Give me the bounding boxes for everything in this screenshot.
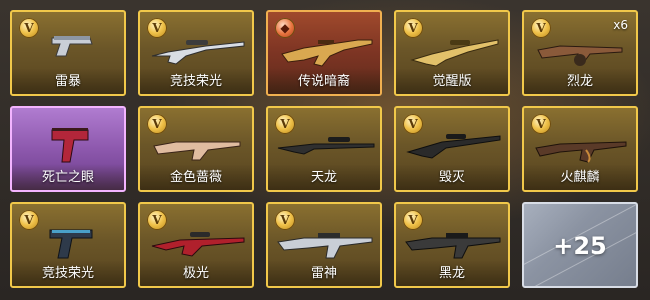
weapon-card[interactable]: V x6 烈龙 (522, 10, 638, 96)
assault-rifle-icon (153, 141, 241, 161)
assault-rifle-icon (281, 39, 373, 67)
weapon-card[interactable]: V 觉醒版 (394, 10, 510, 96)
weapon-card[interactable]: V 竞技荣光 (138, 10, 254, 96)
weapon-name: 死亡之眼 (41, 170, 94, 185)
weapon-name: 天龙 (310, 170, 337, 185)
weapon-name: 传说暗裔 (297, 74, 350, 89)
weapon-card[interactable]: V 极光 (138, 202, 254, 288)
weapon-card[interactable]: V 毁灭 (394, 106, 510, 192)
weapon-name: 火麒麟 (560, 170, 600, 185)
sniper-rifle-icon (410, 39, 499, 67)
more-items-button[interactable]: +25 (522, 202, 638, 288)
ak-rifle-icon (535, 141, 627, 163)
tommy-gun-icon (537, 45, 623, 66)
sniper-rifle-icon (277, 137, 375, 155)
smg-icon (51, 128, 89, 163)
weapon-card[interactable]: V 天龙 (266, 106, 382, 192)
weapon-name: 竞技荣光 (169, 74, 222, 89)
weapon-name: 黑龙 (438, 266, 465, 281)
weapon-card[interactable]: V 黑龙 (394, 202, 510, 288)
weapon-name: 雷神 (310, 266, 337, 281)
weapon-name: 觉醒版 (432, 74, 472, 89)
sniper-rifle-icon (151, 232, 245, 257)
weapon-card[interactable]: V 竞技荣光 (10, 202, 126, 288)
weapon-name: 极光 (182, 266, 209, 281)
weapon-name: 雷暴 (54, 74, 81, 89)
weapon-card[interactable]: V 金色蔷薇 (138, 106, 254, 192)
weapon-card[interactable]: V 火麒麟 (522, 106, 638, 192)
pistol-icon (49, 229, 93, 259)
weapon-card[interactable]: V 雷暴 (10, 10, 126, 96)
weapon-grid: V 雷暴 V 竞技荣光 ◆ 传说暗裔 V 觉醒版 V x6 烈龙 死亡之眼 V … (0, 0, 650, 300)
m4-rifle-icon (277, 233, 373, 259)
weapon-name: 金色蔷薇 (169, 170, 222, 185)
weapon-name: 烈龙 (566, 74, 593, 89)
m4-rifle-icon (405, 233, 501, 259)
heavy-sniper-icon (406, 134, 501, 159)
weapon-card[interactable]: 死亡之眼 (10, 106, 126, 192)
weapon-name: 竞技荣光 (41, 266, 94, 281)
weapon-card[interactable]: ◆ 传说暗裔 (266, 10, 382, 96)
pistol-icon (51, 36, 93, 57)
more-count: +25 (553, 232, 607, 260)
weapon-card[interactable]: V 雷神 (266, 202, 382, 288)
sniper-rifle-icon (151, 40, 245, 65)
weapon-name: 毁灭 (438, 170, 465, 185)
